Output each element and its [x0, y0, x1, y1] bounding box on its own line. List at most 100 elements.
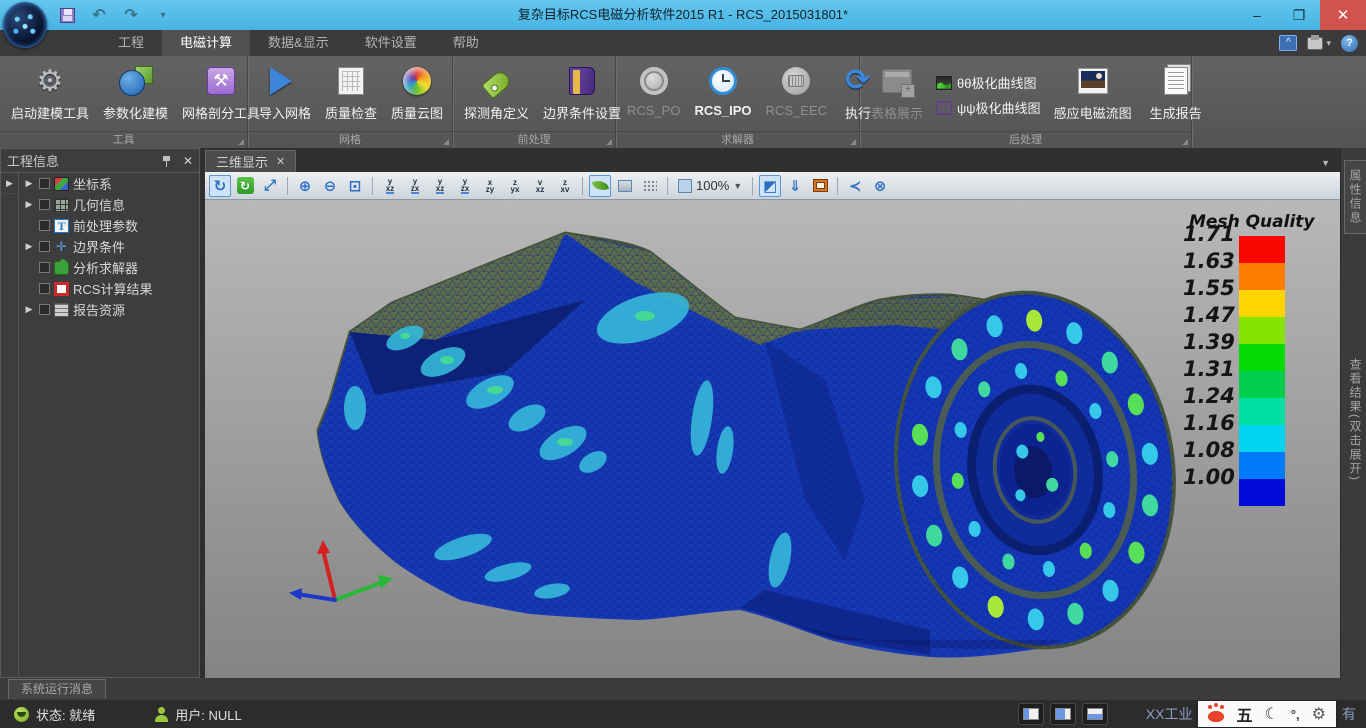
checkbox[interactable]	[39, 178, 50, 189]
zoom-level-dropdown[interactable]: 100% ▼	[674, 178, 746, 193]
launch-modeler-button[interactable]: ⚙ 启动建模工具	[4, 59, 96, 131]
tree-item-coordinate-system[interactable]: ▶ 坐标系	[19, 173, 199, 194]
rotate-view-button[interactable]: ↻	[209, 175, 231, 197]
view-iso2-button[interactable]: zxv	[554, 175, 576, 197]
tree-item-geometry-info[interactable]: ▶ 几何信息	[19, 194, 199, 215]
geometry-icon	[54, 198, 69, 212]
probe-angle-button[interactable]: 探测角定义	[457, 59, 536, 131]
mesh-model[interactable]	[205, 200, 1340, 678]
ribbon-group-solver: RCS_PO RCS_IPO RCS_EEC ⟳ 执行 求解器	[616, 56, 860, 148]
windows-cascade-button[interactable]	[809, 175, 831, 197]
tree-item-preprocess-params[interactable]: 前处理参数	[19, 215, 199, 236]
view-zx2-button[interactable]: yzx	[454, 175, 476, 197]
pan-button[interactable]: ⤢	[259, 175, 281, 197]
view-device-button[interactable]: ▾	[1307, 37, 1331, 50]
main-area: 工程信息 ✕ ▶ ▶ 坐标系 ▶	[0, 148, 1366, 678]
fit-view-button[interactable]: ◩	[759, 175, 781, 197]
tab-project[interactable]: 工程	[100, 30, 162, 56]
view-zy-button[interactable]: xzy	[479, 175, 501, 197]
view-results-tab[interactable]: 查看结果(双击展开)	[1347, 358, 1364, 482]
user-text: 用户: NULL	[175, 705, 241, 724]
rcs-eec-button[interactable]: RCS_EEC	[759, 59, 834, 131]
pin-icon[interactable]	[163, 155, 171, 167]
orbit-button[interactable]: ↻	[234, 175, 256, 197]
view-xz-button[interactable]: yxz	[379, 175, 401, 197]
download-view-button[interactable]: ⇓	[784, 175, 806, 197]
rcs-ipo-button[interactable]: RCS_IPO	[687, 59, 758, 131]
share-button[interactable]: ≺	[844, 175, 866, 197]
expander-icon[interactable]: ▶	[23, 178, 35, 189]
ime-logo-paw-icon[interactable]	[1208, 711, 1224, 722]
help-icon[interactable]: ?	[1341, 35, 1358, 52]
boundary-settings-button[interactable]: 边界条件设置	[536, 59, 628, 131]
parametric-modeling-button[interactable]: 参数化建模	[96, 59, 175, 131]
rcs-po-button[interactable]: RCS_PO	[620, 59, 687, 131]
checkbox[interactable]	[39, 199, 50, 210]
gear-icon: ⚙	[37, 64, 64, 99]
tree-item-solver[interactable]: 分析求解器	[19, 257, 199, 278]
quality-cloud-button[interactable]: 质量云图	[384, 59, 450, 131]
tree-item-boundary-condition[interactable]: ▶ 边界条件	[19, 236, 199, 257]
minimize-button[interactable]: –	[1236, 0, 1278, 30]
ime-gear-icon[interactable]: ⚙	[1312, 704, 1326, 724]
ime-moon-icon[interactable]: ☾	[1265, 704, 1279, 724]
psi-polar-curve-button[interactable]: ψψ极化曲线图	[936, 98, 1041, 117]
tab-settings[interactable]: 软件设置	[347, 30, 435, 56]
quality-check-button[interactable]: 质量检查	[318, 59, 384, 131]
flat-render-button[interactable]	[614, 175, 636, 197]
induced-current-map-button[interactable]: 感应电磁流图	[1047, 59, 1139, 131]
legend-swatch	[1239, 398, 1285, 425]
app-logo-icon[interactable]	[3, 2, 47, 48]
table-display-button[interactable]: 表格展示	[864, 59, 930, 131]
viewport-tab-strip: 三维显示 ✕ ▼	[205, 148, 1340, 172]
app-window: ↶ ↷ ▾ 复杂目标RCS电磁分析软件2015 R1 - RCS_2015031…	[0, 0, 1366, 728]
view-xz2-button[interactable]: yxz	[429, 175, 451, 197]
layout-bottom-icon	[1087, 708, 1103, 720]
ime-punctuation-icon[interactable]: °,	[1291, 707, 1300, 722]
tree-item-rcs-results[interactable]: RCS计算结果	[19, 278, 199, 299]
expander-icon[interactable]: ▶	[23, 304, 35, 315]
view-yx-button[interactable]: zyx	[504, 175, 526, 197]
checkbox[interactable]	[39, 283, 50, 294]
legend-values: 1.71 1.63 1.55 1.47 1.39 1.31 1.24 1.16 …	[1183, 222, 1239, 494]
layout-split-button[interactable]	[1050, 703, 1076, 725]
ime-mode-button[interactable]: 五	[1236, 702, 1252, 726]
system-messages-tab[interactable]: 系统运行消息	[8, 679, 106, 699]
tab-em-compute[interactable]: 电磁计算	[162, 30, 250, 56]
import-mesh-button[interactable]: 导入网格	[252, 59, 318, 131]
tree-item-report-resources[interactable]: ▶ 报告资源	[19, 299, 199, 320]
zoom-in-button[interactable]: ⊕	[294, 175, 316, 197]
layout-bottom-button[interactable]	[1082, 703, 1108, 725]
panel-close-icon[interactable]: ✕	[183, 154, 193, 168]
expander-icon[interactable]: ▶	[23, 199, 35, 210]
table-window-icon	[882, 69, 912, 93]
layout-left-button[interactable]	[1018, 703, 1044, 725]
text-parameter-icon	[54, 219, 69, 233]
expander-icon[interactable]: ▶	[23, 241, 35, 252]
tab-overflow-icon[interactable]: ▼	[1321, 158, 1330, 168]
zoom-extents-button[interactable]: ⊡	[344, 175, 366, 197]
tab-3d-display[interactable]: 三维显示 ✕	[205, 150, 296, 172]
close-button[interactable]: ✕	[1320, 0, 1366, 30]
checkbox[interactable]	[39, 262, 50, 273]
checkbox[interactable]	[39, 304, 50, 315]
checkbox[interactable]	[39, 220, 50, 231]
zoom-out-button[interactable]: ⊖	[319, 175, 341, 197]
close-view-button[interactable]: ⊗	[869, 175, 891, 197]
tag-icon	[481, 69, 512, 100]
property-info-tab[interactable]: 属性信息	[1344, 160, 1366, 234]
theta-polar-curve-button[interactable]: θθ极化曲线图	[936, 73, 1041, 92]
tab-data-display[interactable]: 数据&显示	[250, 30, 347, 56]
restore-button[interactable]: ❐	[1278, 0, 1320, 30]
checkbox[interactable]	[39, 241, 50, 252]
view-zx-button[interactable]: yzx	[404, 175, 426, 197]
shaded-render-button[interactable]	[589, 175, 611, 197]
gutter-expander-icon[interactable]: ▶	[1, 173, 18, 194]
view-iso1-button[interactable]: vxz	[529, 175, 551, 197]
wireframe-button[interactable]	[639, 175, 661, 197]
ribbon-collapse-icon[interactable]: ^	[1279, 35, 1297, 51]
tab-help[interactable]: 帮助	[435, 30, 497, 56]
3d-canvas[interactable]: Mesh Quality 1.71 1.63 1.55 1.47 1.39 1.…	[205, 200, 1340, 678]
device-icon	[1307, 37, 1323, 50]
tab-close-icon[interactable]: ✕	[276, 155, 285, 168]
